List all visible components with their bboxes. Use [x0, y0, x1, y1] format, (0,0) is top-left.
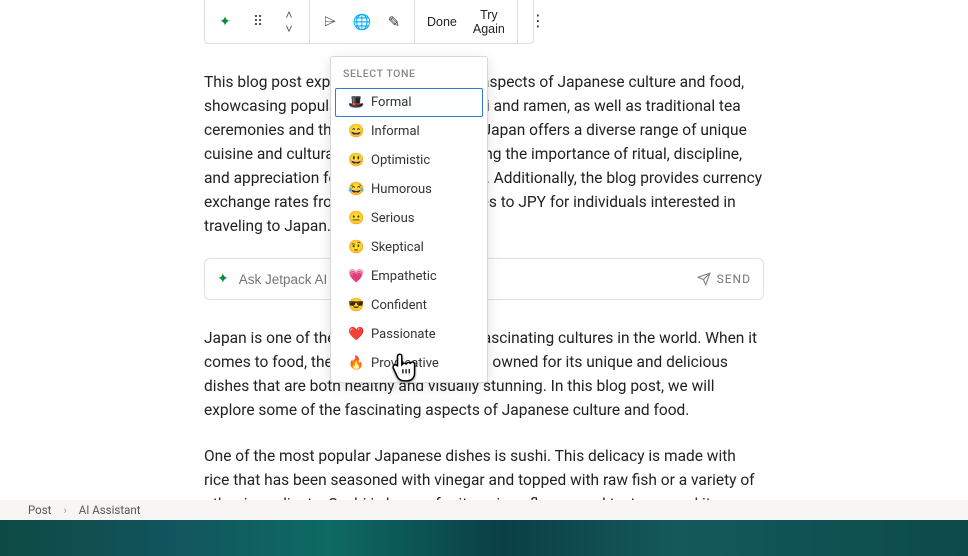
tone-option-passionate[interactable]: ❤️ Passionate: [335, 320, 483, 349]
drag-handle-icon[interactable]: ⠿: [241, 4, 273, 40]
try-again-button[interactable]: Try Again: [465, 4, 513, 40]
send-label: SEND: [717, 272, 751, 286]
tone-dropdown: SELECT TONE 🎩 Formal 😄 Informal 😃 Optimistic 😂…: [330, 56, 488, 383]
tone-option-formal[interactable]: 🎩 Formal: [335, 88, 483, 117]
tone-option-serious[interactable]: 😐 Serious: [335, 204, 483, 233]
tone-option-label: Informal: [371, 124, 420, 139]
move-chevron-icon[interactable]: ˄˅: [273, 4, 305, 40]
tone-emoji-icon: 💗: [348, 269, 363, 284]
tone-option-informal[interactable]: 😄 Informal: [335, 117, 483, 146]
tone-emoji-icon: ❤️: [348, 327, 363, 342]
chevron-right-icon: ›: [63, 504, 66, 517]
tone-option-label: Passionate: [371, 327, 436, 342]
tone-option-label: Optimistic: [371, 153, 430, 168]
tone-option-label: Provocative: [371, 356, 439, 371]
announce-icon[interactable]: ⌲: [314, 4, 346, 40]
tone-emoji-icon: 😄: [348, 124, 363, 139]
tone-emoji-icon: 🔥: [348, 356, 363, 371]
tone-option-skeptical[interactable]: 🤨 Skeptical: [335, 233, 483, 262]
tone-option-label: Formal: [371, 95, 412, 110]
footer-gradient: [0, 520, 968, 556]
tone-emoji-icon: 🤨: [348, 240, 363, 255]
tone-emoji-icon: 🎩: [348, 95, 363, 110]
tone-emoji-icon: 😃: [348, 153, 363, 168]
edit-pencil-icon[interactable]: ✎: [378, 4, 410, 40]
tone-option-label: Confident: [371, 298, 427, 313]
tone-option-empathetic[interactable]: 💗 Empathetic: [335, 262, 483, 291]
breadcrumb-root[interactable]: Post: [28, 503, 51, 517]
tone-emoji-icon: 😎: [348, 298, 363, 313]
breadcrumb-current: AI Assistant: [79, 503, 141, 517]
tone-option-label: Humorous: [371, 182, 432, 197]
tone-option-label: Serious: [371, 211, 414, 226]
ai-sparkle-icon: ✦: [217, 271, 229, 287]
tone-emoji-icon: 😐: [348, 211, 363, 226]
tone-emoji-icon: 😂: [348, 182, 363, 197]
tone-option-optimistic[interactable]: 😃 Optimistic: [335, 146, 483, 175]
tone-option-confident[interactable]: 😎 Confident: [335, 291, 483, 320]
tone-option-provocative[interactable]: 🔥 Provocative: [335, 349, 483, 378]
block-toolbar: ✦ ⠿ ˄˅ ⌲ 🌐 ✎ Done Try Again ⋮: [204, 0, 534, 44]
send-button[interactable]: SEND: [697, 272, 751, 286]
breadcrumb: Post › AI Assistant: [0, 500, 968, 520]
more-options-icon[interactable]: ⋮: [522, 4, 554, 40]
tone-option-humorous[interactable]: 😂 Humorous: [335, 175, 483, 204]
editor-canvas: ✦ ⠿ ˄˅ ⌲ 🌐 ✎ Done Try Again ⋮ This blog …: [0, 0, 968, 512]
done-button[interactable]: Done: [419, 4, 465, 40]
tone-option-label: Empathetic: [371, 269, 437, 284]
tone-dropdown-header: SELECT TONE: [331, 57, 487, 88]
send-icon: [697, 272, 711, 286]
ai-icon[interactable]: ✦: [209, 4, 241, 40]
globe-icon[interactable]: 🌐: [346, 4, 378, 40]
tone-option-label: Skeptical: [371, 240, 424, 255]
